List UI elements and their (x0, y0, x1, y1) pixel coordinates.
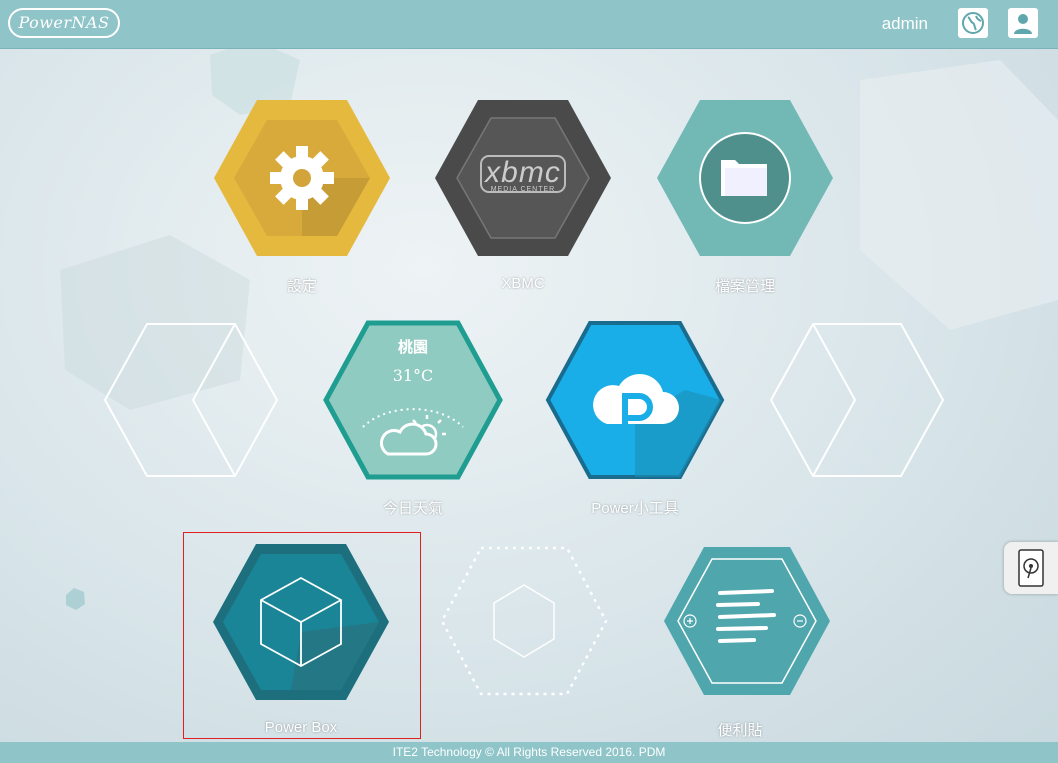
gear-icon (214, 100, 390, 256)
app-power-tools[interactable]: Power小工具 (535, 320, 735, 517)
app-label: Power小工具 (591, 500, 679, 517)
app-label: XBMC (501, 275, 545, 292)
folder-icon (657, 100, 833, 256)
user-icon[interactable] (1008, 8, 1038, 38)
app-file-manager[interactable]: 檔案管理 (645, 98, 845, 295)
hard-drive-icon (1018, 549, 1044, 587)
notes-icon (664, 547, 830, 695)
storage-side-tab[interactable] (1004, 542, 1058, 594)
empty-slot[interactable] (439, 545, 609, 697)
weather-temperature: 31°C (392, 366, 434, 385)
powernas-logo[interactable]: PowerNAS (8, 8, 120, 38)
app-label: 設定 (286, 278, 317, 295)
weather-city: 桃園 (397, 339, 428, 356)
nav-next-button[interactable] (769, 322, 945, 478)
app-label: 檔案管理 (714, 278, 775, 295)
hexagon-outline-icon (440, 546, 608, 696)
app-notes[interactable]: 便利貼 (652, 545, 852, 739)
xbmc-logo-text: xbmc (485, 156, 561, 189)
xbmc-logo-subtext: MEDIA CENTER (490, 186, 556, 193)
top-bar: PowerNAS admin (0, 0, 1058, 49)
nav-prev-button[interactable] (103, 322, 279, 478)
app-label: 便利貼 (717, 722, 763, 739)
app-weather[interactable]: 桃園 31°C 今日天氣 (313, 320, 513, 517)
cloud-p-icon (545, 321, 725, 479)
app-settings[interactable]: 設定 (202, 98, 402, 295)
app-label: 今日天氣 (382, 500, 443, 517)
globe-icon[interactable] (958, 8, 988, 38)
footer: ITE2 Technology © All Rights Reserved 20… (0, 742, 1058, 763)
username-label[interactable]: admin (882, 14, 928, 34)
chevron-left-icon (103, 323, 279, 477)
selection-highlight (183, 532, 421, 739)
app-xbmc[interactable]: xbmc MEDIA CENTER XBMC (423, 98, 623, 292)
chevron-right-icon (769, 323, 945, 477)
